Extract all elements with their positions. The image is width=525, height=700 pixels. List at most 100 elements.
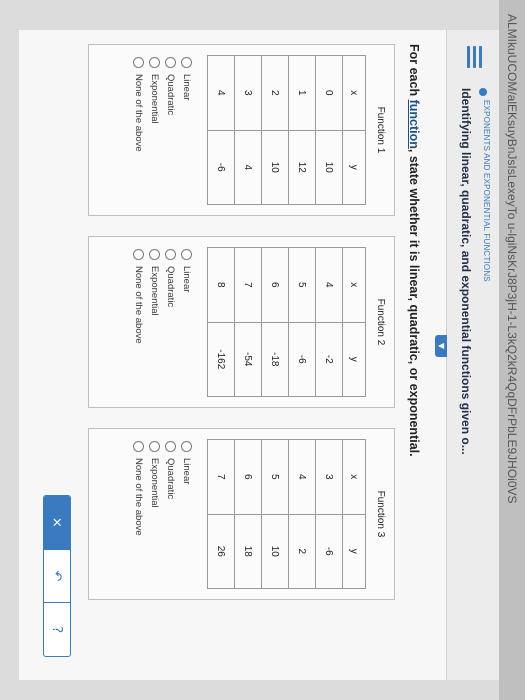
x-cell: 5 xyxy=(288,247,316,322)
option-label: Linear xyxy=(181,458,193,485)
option-linear[interactable]: Linear xyxy=(179,441,195,599)
browser-url-bar[interactable]: ALMIkuUCOM/alEKsuyBnJsIsLexeyTo u-lgiNsK… xyxy=(499,0,525,700)
question-prefix: For each xyxy=(407,44,421,100)
undo-button[interactable]: ↶ xyxy=(44,548,70,603)
function-title: Function 1 xyxy=(375,106,386,154)
y-cell: -18 xyxy=(261,322,289,397)
x-cell: 4 xyxy=(288,439,316,514)
option-none[interactable]: None of the above xyxy=(131,441,147,599)
radio-button[interactable] xyxy=(133,441,145,452)
option-label: Quadratic xyxy=(165,266,177,308)
option-quadratic[interactable]: Quadratic xyxy=(163,441,179,599)
table-row: 8 -162 xyxy=(207,247,235,397)
photographed-screen: ALMIkuUCOM/alEKsuyBnJsIsLexeyTo u-lgiNsK… xyxy=(0,0,525,700)
radio-button[interactable] xyxy=(149,441,161,452)
option-label: None of the above xyxy=(133,266,145,344)
x-cell: 1 xyxy=(288,55,316,130)
x-cell: 7 xyxy=(234,247,262,322)
option-label: Linear xyxy=(181,266,193,293)
x-cell: 6 xyxy=(234,439,262,514)
option-none[interactable]: None of the above xyxy=(131,57,147,215)
table-row: 7 26 xyxy=(207,439,235,589)
y-cell: -6 xyxy=(207,130,235,205)
column-header-x: x xyxy=(342,439,366,514)
table-row: 3 -6 xyxy=(315,439,343,589)
x-cell: 8 xyxy=(207,247,235,322)
option-label: Quadratic xyxy=(165,74,177,116)
answer-options: Linear Quadratic Exponential None of the… xyxy=(131,249,195,407)
topic-dot-icon xyxy=(479,88,487,96)
table-header-row: x y xyxy=(342,247,366,397)
x-cell: 3 xyxy=(234,55,262,130)
option-linear[interactable]: Linear xyxy=(179,249,195,407)
clear-button[interactable]: × xyxy=(44,496,70,549)
x-cell: 7 xyxy=(207,439,235,514)
option-exponential[interactable]: Exponential xyxy=(147,441,163,599)
table-row: 2 10 xyxy=(261,55,289,205)
question-text: For each function, state whether it is l… xyxy=(407,44,421,457)
radio-button[interactable] xyxy=(181,57,193,68)
function-definition-link[interactable]: function xyxy=(407,100,421,149)
option-linear[interactable]: Linear xyxy=(179,57,195,215)
x-cell: 6 xyxy=(261,247,289,322)
function-title: Function 3 xyxy=(375,490,386,538)
option-quadratic[interactable]: Quadratic xyxy=(163,57,179,215)
option-quadratic[interactable]: Quadratic xyxy=(163,249,179,407)
collapse-chevron-icon[interactable]: ▼ xyxy=(435,335,447,357)
y-cell: -6 xyxy=(288,322,316,397)
function-table: x y 0 10 1 12 2 10 34 4 -6 xyxy=(207,55,366,205)
radio-button[interactable] xyxy=(165,441,177,452)
y-cell: 12 xyxy=(288,130,316,205)
table-row: 6 -18 xyxy=(261,247,289,397)
radio-button[interactable] xyxy=(149,57,161,68)
radio-button[interactable] xyxy=(181,249,193,260)
action-buttons: × ↶ ? xyxy=(43,495,71,657)
table-row: 5 -6 xyxy=(288,247,316,397)
radio-button[interactable] xyxy=(149,249,161,260)
function-table: x y 3 -6 42 5 10 6 18 7 26 xyxy=(207,439,366,589)
option-exponential[interactable]: Exponential xyxy=(147,57,163,215)
radio-button[interactable] xyxy=(165,57,177,68)
option-label: Exponential xyxy=(149,458,161,508)
help-button[interactable]: ? xyxy=(44,602,70,657)
function-title: Function 2 xyxy=(375,298,386,346)
app-window: EXPONENTS AND EXPONENTIAL FUNCTIONS Iden… xyxy=(19,30,499,680)
column-header-y: y xyxy=(342,514,366,589)
table-row: 0 10 xyxy=(315,55,343,205)
table-row: 5 10 xyxy=(261,439,289,589)
option-exponential[interactable]: Exponential xyxy=(147,249,163,407)
topic-label: EXPONENTS AND EXPONENTIAL FUNCTIONS xyxy=(482,100,491,282)
y-cell: 4 xyxy=(234,130,262,205)
radio-button[interactable] xyxy=(165,249,177,260)
table-row: 4 -2 xyxy=(315,247,343,397)
y-cell: 10 xyxy=(261,130,289,205)
y-cell: -54 xyxy=(234,322,262,397)
y-cell: -162 xyxy=(207,322,235,397)
header-bar: EXPONENTS AND EXPONENTIAL FUNCTIONS Iden… xyxy=(446,30,499,680)
option-label: None of the above xyxy=(133,74,145,152)
table-header-row: x y xyxy=(342,439,366,589)
y-cell: 26 xyxy=(207,514,235,589)
radio-button[interactable] xyxy=(133,249,145,260)
column-header-x: x xyxy=(342,247,366,322)
x-cell: 0 xyxy=(315,55,343,130)
radio-button[interactable] xyxy=(181,441,193,452)
radio-button[interactable] xyxy=(133,57,145,68)
y-cell: 10 xyxy=(315,130,343,205)
y-cell: -2 xyxy=(315,322,343,397)
option-label: Quadratic xyxy=(165,458,177,500)
x-cell: 5 xyxy=(261,439,289,514)
option-label: None of the above xyxy=(133,458,145,536)
option-label: Exponential xyxy=(149,74,161,124)
table-row: 1 12 xyxy=(288,55,316,205)
y-cell: -6 xyxy=(315,514,343,589)
menu-icon[interactable] xyxy=(463,46,485,68)
table-row: 6 18 xyxy=(234,439,262,589)
function-2-panel: Function 2 x y 4 -2 5 -6 6 -18 7 -54 8 -162 L… xyxy=(88,236,395,408)
option-none[interactable]: None of the above xyxy=(131,249,147,407)
function-3-panel: Function 3 x y 3 -6 42 5 10 6 18 7 26 Linear… xyxy=(88,428,395,600)
y-cell: 2 xyxy=(288,514,316,589)
y-cell: 18 xyxy=(234,514,262,589)
x-cell: 4 xyxy=(315,247,343,322)
column-header-x: x xyxy=(342,55,366,130)
